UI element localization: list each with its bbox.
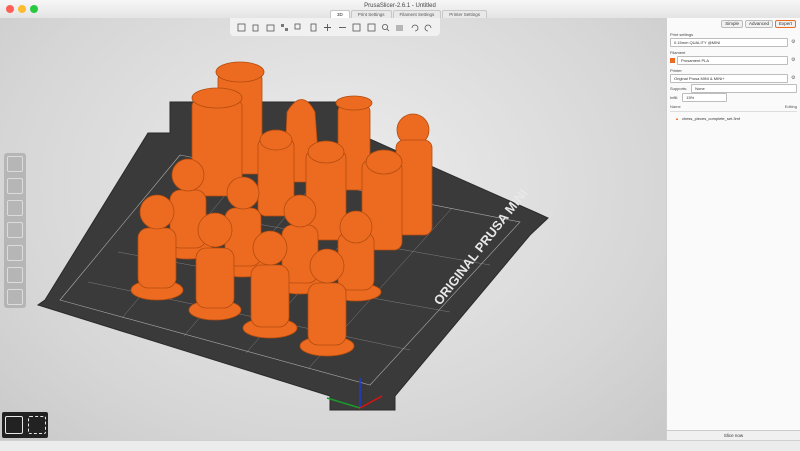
left-gizmo-toolbar [4,153,26,308]
main-tabs: 3D Print Settings Filament Settings Prin… [330,10,488,18]
move-icon[interactable] [7,156,23,173]
supports-select[interactable]: None [691,83,797,93]
title-bar: PrusaSlicer-2.6.1 - Untitled 3D Print Se… [0,0,800,19]
print-profile-select[interactable]: 0.15mm QUALITY @MINI [670,37,788,47]
object-name: chess_pieces_complete_set.3mf [681,116,740,121]
supports-painting-icon[interactable] [7,266,23,283]
supports-row: Supports: None [670,83,797,93]
seam-painting-icon[interactable] [7,288,23,305]
gear-icon[interactable]: ⚙ [791,39,797,45]
tab-3d[interactable]: 3D [330,10,350,18]
tab-print-settings[interactable]: Print Settings [350,10,392,18]
print-settings-label-row: Print settings [670,30,797,38]
delete-icon[interactable] [251,22,261,32]
filament-profile-row: Prusament PLA ⚙ [670,55,797,65]
layers-editing-icon[interactable] [395,22,405,32]
slice-now-button[interactable]: Slice now [667,430,800,440]
infill-select[interactable]: 15% [682,92,728,102]
infill-label: Infill: [670,94,679,100]
object-list-header: Name Editing [670,104,797,112]
filament-label: Filament [670,49,686,55]
tab-filament-settings[interactable]: Filament Settings [392,10,442,18]
place-on-face-icon[interactable] [7,222,23,239]
split-objects-icon[interactable] [352,22,362,32]
arrange-icon[interactable] [279,22,289,32]
copy-icon[interactable] [294,22,304,32]
gear-icon[interactable]: ⚙ [791,75,797,81]
window-title: PrusaSlicer-2.6.1 - Untitled [364,3,436,9]
printer-profile-select[interactable]: Original Prusa MINI & MINI+ [670,73,788,83]
scale-icon[interactable] [7,178,23,195]
supports-label: Supports: [670,85,688,91]
add-icon[interactable] [236,22,246,32]
top-toolbar [230,18,440,36]
right-sidebar: Simple Advanced Expert Print settings 0.… [666,18,800,440]
filament-label-row: Filament [670,48,797,56]
gear-icon[interactable]: ⚙ [791,57,797,63]
mode-selector: Simple Advanced Expert [721,20,796,28]
rotate-icon[interactable] [7,200,23,217]
redo-icon[interactable] [424,22,434,32]
object-list-editing-header: Editing [784,104,797,109]
split-parts-icon[interactable] [366,22,376,32]
object-list-item[interactable]: ▲ chess_pieces_complete_set.3mf [675,115,797,122]
add-instance-icon[interactable] [323,22,333,32]
cut-icon[interactable] [7,244,23,261]
3d-view-icon[interactable] [4,416,23,434]
mode-advanced-button[interactable]: Advanced [744,20,773,28]
printer-label: Printer [670,67,682,73]
mode-expert-button[interactable]: Expert [774,20,796,28]
printer-label-row: Printer [670,66,797,74]
remove-instance-icon[interactable] [337,22,347,32]
undo-icon[interactable] [409,22,419,32]
infill-row: Infill: 15% [670,92,797,102]
print-settings-label: Print settings [670,31,694,37]
mode-simple-button[interactable]: Simple [721,20,743,28]
3d-viewport[interactable]: ORIGINAL PRUSA MINI [0,18,666,440]
status-bar [0,440,800,451]
view-switcher [2,412,48,438]
plater-scene: ORIGINAL PRUSA MINI [36,61,549,411]
search-icon[interactable] [380,22,390,32]
preview-icon[interactable] [27,416,46,434]
printer-profile-row: Original Prusa MINI & MINI+ ⚙ [670,73,797,83]
filament-profile-select[interactable]: Prusament PLA [677,55,788,65]
tab-printer-settings[interactable]: Printer Settings [442,10,488,18]
print-profile-row: 0.15mm QUALITY @MINI ⚙ [670,37,797,47]
filament-color-swatch[interactable] [670,57,675,63]
object-icon: ▲ [675,116,679,121]
object-list-name-header: Name [670,104,681,109]
delete-all-icon[interactable] [265,22,275,32]
paste-icon[interactable] [308,22,318,32]
